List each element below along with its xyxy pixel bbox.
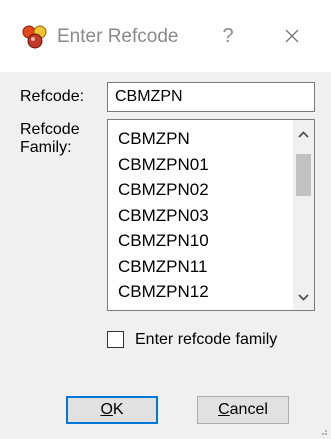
window-title: Enter Refcode <box>57 26 179 47</box>
refcode-family-label: Refcode Family: <box>20 121 80 156</box>
chevron-down-icon <box>298 294 309 301</box>
chevron-up-icon <box>298 131 309 138</box>
enter-refcode-family-checkbox[interactable] <box>107 331 124 348</box>
ok-mnemonic: O <box>100 401 113 418</box>
close-button[interactable] <box>272 18 312 54</box>
enter-refcode-family-label: Enter refcode family <box>135 331 278 348</box>
magnifier-cluster-icon <box>22 25 47 49</box>
list-item[interactable]: CBMZPN12 <box>108 279 288 305</box>
ok-label-rest: K <box>112 401 124 418</box>
vertical-scrollbar[interactable] <box>293 120 314 310</box>
title-bar[interactable]: Enter Refcode ? <box>0 0 331 72</box>
list-item[interactable]: CBMZPN01 <box>108 152 288 178</box>
list-item[interactable]: CBMZPN10 <box>108 228 288 254</box>
enter-refcode-family-option[interactable]: Enter refcode family <box>107 330 307 350</box>
scroll-up-button[interactable] <box>293 124 314 146</box>
list-item[interactable]: CBMZPN02 <box>108 177 288 203</box>
enter-refcode-dialog: Enter Refcode ? Refcode: Refcode Family:… <box>0 0 331 439</box>
resize-grip-icon[interactable] <box>318 426 328 436</box>
refcode-family-listbox[interactable]: CBMZPN CBMZPN01 CBMZPN02 CBMZPN03 CBMZPN… <box>107 119 315 311</box>
list-item[interactable]: CBMZPN03 <box>108 203 288 229</box>
refcode-family-list: CBMZPN CBMZPN01 CBMZPN02 CBMZPN03 CBMZPN… <box>108 126 288 305</box>
close-icon <box>285 29 299 43</box>
cancel-button[interactable]: Cancel <box>197 396 289 424</box>
help-button[interactable]: ? <box>210 18 246 54</box>
ok-button[interactable]: OK <box>66 396 158 424</box>
cancel-label-rest: ancel <box>229 401 268 418</box>
refcode-label: Refcode: <box>20 88 85 105</box>
list-item[interactable]: CBMZPN11 <box>108 254 288 280</box>
scroll-thumb[interactable] <box>296 154 311 196</box>
refcode-input[interactable] <box>107 82 315 112</box>
list-item[interactable]: CBMZPN <box>108 126 288 152</box>
scroll-down-button[interactable] <box>293 286 314 308</box>
cancel-mnemonic: C <box>218 401 230 418</box>
